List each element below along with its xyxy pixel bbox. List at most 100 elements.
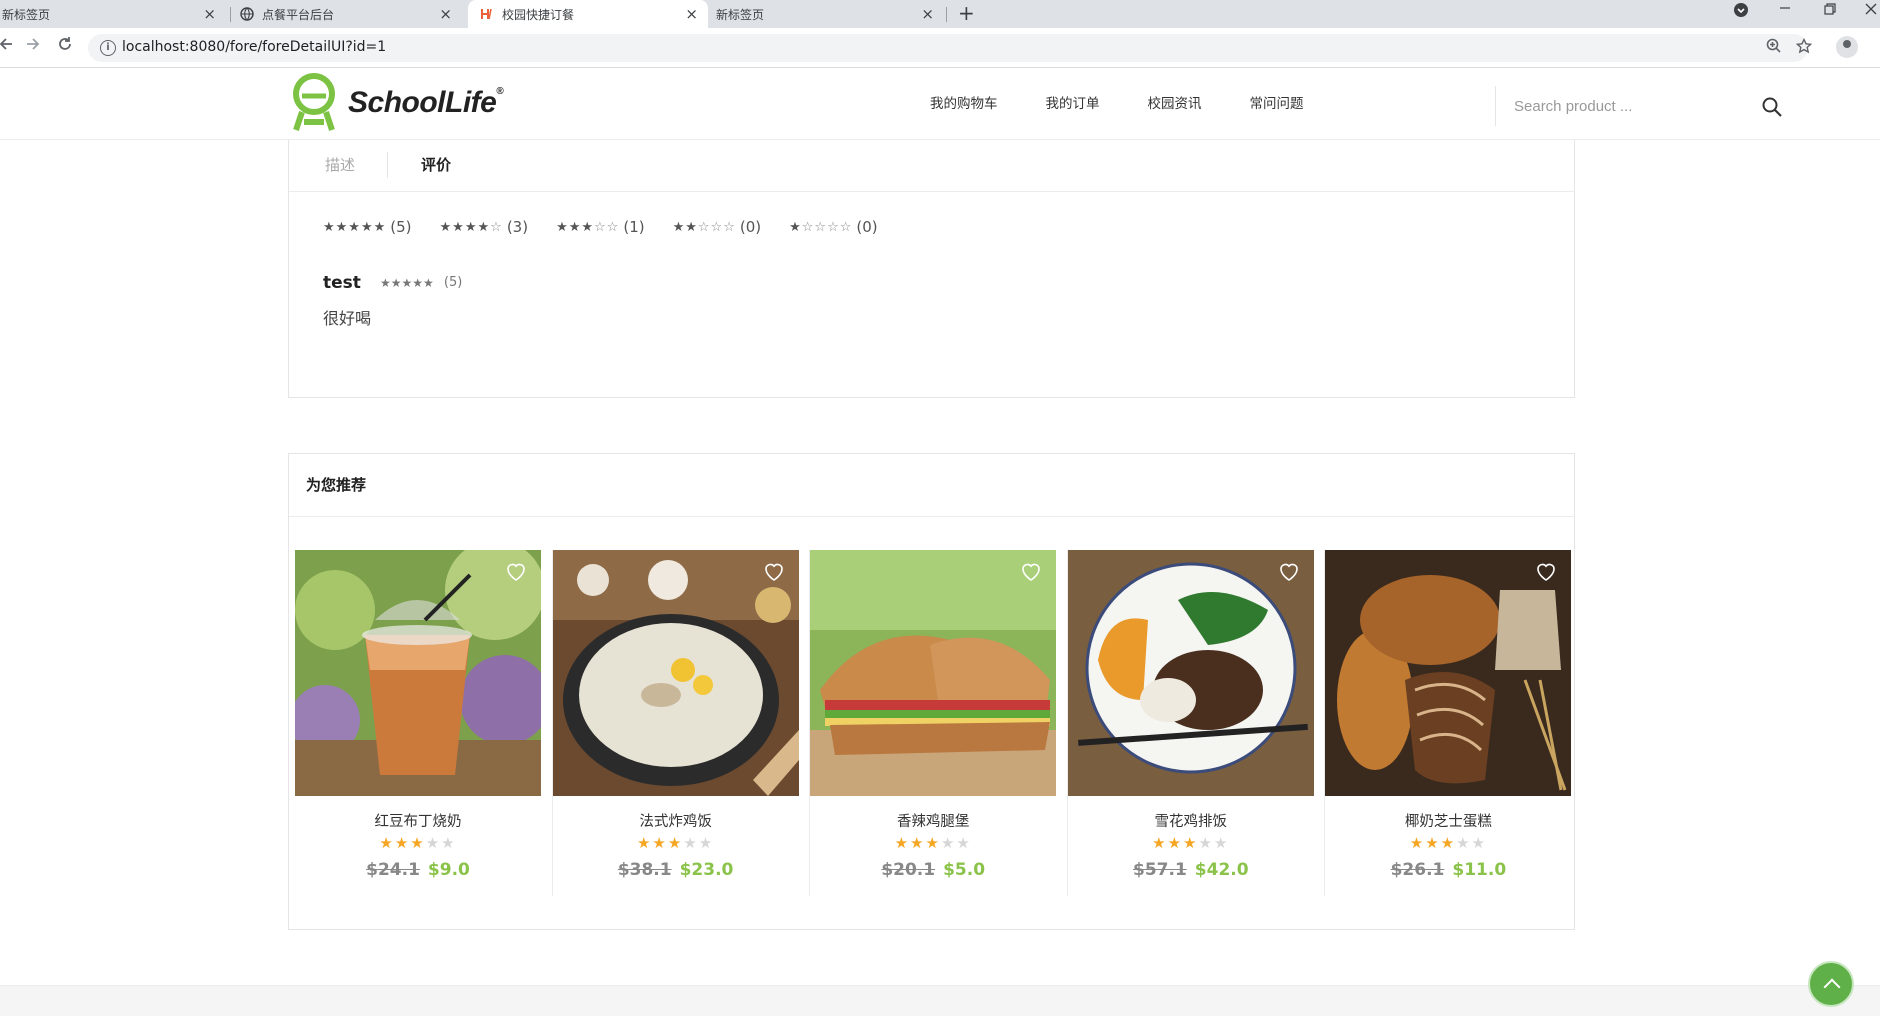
tab-description[interactable]: 描述 — [325, 154, 355, 175]
tab-close-icon[interactable]: × — [203, 5, 216, 23]
minimize-icon[interactable] — [1778, 0, 1792, 18]
logo-mascot-icon — [293, 73, 335, 131]
site-favicon-icon — [480, 7, 494, 21]
browser-menu-icon[interactable]: ⋮ — [1874, 34, 1880, 53]
product-name[interactable]: 椰奶芝士蛋糕 — [1325, 810, 1571, 831]
rating-count: (3) — [506, 218, 529, 236]
product-card[interactable]: 椰奶芝士蛋糕 ★★★★★ $26.1 $11.0 — [1325, 550, 1583, 896]
bookmark-star-icon[interactable] — [1795, 37, 1813, 58]
rating-count: (0) — [739, 218, 762, 236]
site-header: SchoolLife® 我的购物车 我的订单 校园资讯 常问问题 — [0, 68, 1880, 140]
back-icon[interactable] — [0, 36, 14, 57]
nav-cart[interactable]: 我的购物车 — [930, 92, 998, 112]
search-icon[interactable] — [1761, 96, 1783, 122]
search-input[interactable] — [1514, 94, 1744, 118]
search-box — [1495, 86, 1795, 126]
reviewer-name: test — [323, 272, 361, 293]
rating-count: (0) — [856, 218, 878, 236]
product-image-bread-loaves[interactable] — [1325, 550, 1572, 796]
url-text: localhost:8080/fore/foreDetailUI?id=1 — [122, 39, 387, 55]
tab-close-icon[interactable]: × — [685, 5, 698, 23]
browser-tab[interactable]: 新标签页 × — [0, 0, 226, 28]
product-card[interactable]: 雪花鸡排饭 ★★★★★ $57.1 $42.0 — [1067, 550, 1326, 896]
tab-title: 点餐平台后台 — [262, 7, 335, 22]
profile-icon[interactable] — [1836, 36, 1858, 58]
star-rating: ★ ☆☆☆☆ — [789, 219, 853, 235]
zoom-icon[interactable] — [1766, 38, 1782, 58]
rating-filter-1[interactable]: ★ ☆☆☆☆ (0) — [789, 218, 878, 236]
tab-reviews[interactable]: 评价 — [421, 154, 451, 175]
tab-separator — [230, 7, 231, 22]
product-card[interactable]: 香辣鸡腿堡 ★★★★★ $20.1 $5.0 — [810, 550, 1068, 896]
product-price: $26.1 $11.0 — [1325, 860, 1571, 880]
original-price: $20.1 — [881, 860, 936, 880]
star-rating: ★★★★★ — [323, 219, 387, 235]
reload-icon[interactable] — [57, 36, 73, 57]
divider — [289, 516, 1574, 517]
product-rating: ★★★★★ — [1152, 834, 1230, 852]
sale-price: $42.0 — [1194, 860, 1249, 880]
restore-icon[interactable] — [1823, 2, 1837, 20]
rating-filter-5[interactable]: ★★★★★ (5) — [323, 218, 412, 236]
product-price: $24.1 $9.0 — [295, 860, 541, 880]
nav-campus-news[interactable]: 校园资讯 — [1148, 92, 1202, 112]
tab-search-icon[interactable] — [1733, 2, 1749, 22]
sale-price: $5.0 — [943, 860, 986, 880]
section-title: 为您推荐 — [306, 476, 367, 494]
product-image-sandwich[interactable] — [810, 550, 1057, 796]
product-price: $38.1 $23.0 — [553, 860, 799, 880]
info-icon[interactable]: i — [100, 40, 116, 56]
rating-filter-2[interactable]: ★★ ☆☆☆ (0) — [673, 218, 762, 236]
globe-icon — [240, 7, 254, 21]
browser-tab-active[interactable]: 校园快捷订餐 × — [468, 0, 708, 28]
tab-close-icon[interactable]: × — [921, 5, 934, 23]
nav-faq[interactable]: 常问问题 — [1250, 92, 1304, 112]
product-name[interactable]: 法式炸鸡饭 — [553, 810, 799, 831]
original-price: $24.1 — [366, 860, 420, 880]
tab-close-icon[interactable]: × — [439, 5, 452, 23]
heart-icon[interactable] — [505, 562, 527, 582]
heart-icon[interactable] — [1278, 562, 1300, 582]
site-logo[interactable]: SchoolLife® — [288, 70, 504, 136]
product-list: 红豆布丁烧奶 ★★★★★ $24.1 $9.0 法式炸鸡饭 ★★★★★ $38.… — [295, 550, 1583, 896]
product-image-cream-soup[interactable] — [552, 550, 799, 796]
browser-tab[interactable]: 点餐平台后台 × — [236, 0, 462, 28]
close-window-icon[interactable] — [1864, 2, 1878, 20]
star-rating: ★★ ☆☆☆ — [672, 219, 736, 235]
nav-orders[interactable]: 我的订单 — [1046, 92, 1100, 112]
star-rating: ★★★★ ☆ — [439, 219, 503, 235]
product-card[interactable]: 法式炸鸡饭 ★★★★★ $38.1 $23.0 — [552, 550, 811, 896]
product-image-iced-milk-tea[interactable] — [295, 550, 541, 796]
product-name[interactable]: 红豆布丁烧奶 — [295, 810, 541, 831]
product-name[interactable]: 雪花鸡排饭 — [1068, 810, 1314, 831]
detail-tab-bar: 描述 评价 — [289, 140, 1574, 192]
heart-icon[interactable] — [763, 562, 785, 582]
product-price: $57.1 $42.0 — [1068, 860, 1314, 880]
rating-filter-3[interactable]: ★★★ ☆☆ (1) — [556, 218, 645, 236]
product-detail-tabs: 描述 评价 ★★★★★ (5) ★★★★ ☆ (3) ★★★ ☆☆ (1) ★★ ☆☆… — [288, 140, 1575, 398]
rating-count: (1) — [623, 218, 645, 236]
sale-price: $23.0 — [679, 860, 734, 880]
back-to-top-button[interactable] — [1808, 961, 1854, 1007]
heart-icon[interactable] — [1535, 562, 1557, 582]
product-name[interactable]: 香辣鸡腿堡 — [810, 810, 1056, 831]
rating-filter-4[interactable]: ★★★★ ☆ (3) — [440, 218, 529, 236]
original-price: $57.1 — [1133, 860, 1187, 880]
browser-tab[interactable]: 新标签页 × — [712, 0, 944, 28]
heart-icon[interactable] — [1020, 562, 1042, 582]
original-price: $26.1 — [1390, 860, 1445, 880]
tab-separator — [946, 7, 947, 22]
rating-count: (5) — [390, 218, 412, 236]
forward-icon[interactable] — [25, 36, 41, 57]
sale-price: $9.0 — [427, 860, 470, 880]
original-price: $38.1 — [617, 860, 672, 880]
new-tab-button[interactable]: + — [958, 1, 975, 25]
product-card[interactable]: 红豆布丁烧奶 ★★★★★ $24.1 $9.0 — [295, 550, 553, 896]
main-nav: 我的购物车 我的订单 校园资讯 常问问题 — [930, 92, 1352, 112]
url-field[interactable]: i localhost:8080/fore/foreDetailUI?id=1 — [88, 34, 1813, 62]
product-image-chicken-rice-plate[interactable] — [1067, 550, 1314, 796]
product-rating: ★★★★★ — [1409, 834, 1487, 852]
product-rating: ★★★★★ — [379, 834, 457, 852]
address-bar: i localhost:8080/fore/foreDetailUI?id=1 … — [0, 28, 1880, 68]
tab-divider — [387, 152, 388, 178]
